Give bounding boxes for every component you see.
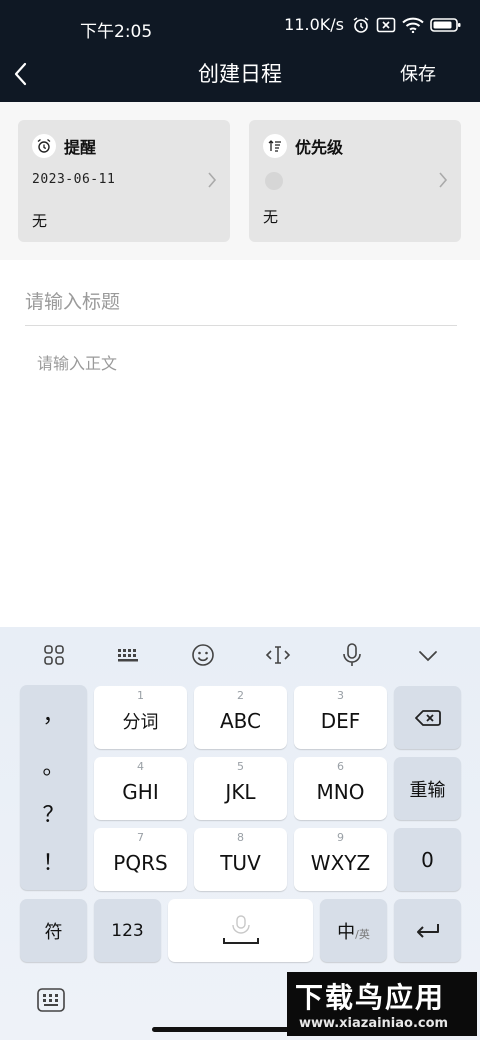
space-mic-icon — [222, 914, 259, 944]
retype-key[interactable]: 重输 — [394, 757, 461, 820]
punctuation-column: ， 。 ？ ！ — [20, 685, 87, 890]
key-label: TUV — [220, 850, 261, 875]
watermark-url: www.xiazainiao.com — [299, 1016, 449, 1031]
chevron-right-icon — [439, 172, 448, 188]
reminder-label: 提醒 — [64, 138, 97, 157]
reminder-date: 2023-06-11 — [32, 172, 116, 187]
sim-disabled-icon — [376, 17, 396, 33]
microphone-icon[interactable] — [338, 641, 366, 669]
priority-card[interactable]: 优先级 无 — [249, 120, 461, 242]
text-cursor-icon[interactable] — [264, 641, 292, 669]
save-button[interactable]: 保存 — [400, 60, 436, 86]
key-label: 0 — [421, 847, 434, 872]
symbol-key[interactable]: 符 — [20, 899, 87, 962]
priority-label: 优先级 — [295, 138, 344, 157]
key-label: 符 — [44, 921, 63, 943]
options-area: 提醒 2023-06-11 无 优先级 无 — [0, 102, 480, 260]
key-number: 8 — [237, 831, 244, 844]
key-number: 4 — [137, 760, 144, 773]
key-label: ABC — [219, 708, 261, 733]
key-label: PQRS — [113, 850, 168, 875]
key-3-def[interactable]: 3 DEF — [294, 686, 387, 749]
backspace-icon — [414, 709, 441, 726]
key-1-fenci[interactable]: 1 分词 — [94, 686, 187, 749]
lang-labels: 中 /英 — [337, 918, 370, 944]
space-key[interactable] — [168, 899, 313, 962]
backspace-key[interactable] — [394, 686, 461, 749]
status-time: 下午2:05 — [80, 22, 153, 42]
watermark-title: 下载鸟应用 — [295, 981, 446, 1014]
watermark-logo: 下载鸟应用 www.xiazainiao.com — [287, 972, 477, 1036]
priority-value: 无 — [263, 208, 279, 226]
reminder-value: 无 — [32, 212, 48, 230]
key-number: 2 — [237, 689, 244, 702]
key-label: JKL — [225, 779, 256, 804]
key-4-ghi[interactable]: 4 GHI — [94, 757, 187, 820]
punct-comma-key[interactable]: ， — [20, 697, 87, 729]
alarm-icon — [352, 16, 370, 34]
key-6-mno[interactable]: 6 MNO — [294, 757, 387, 820]
network-speed: 11.0K/s — [284, 15, 344, 34]
keyboard-toolbar — [0, 627, 480, 683]
key-number: 6 — [337, 760, 344, 773]
lang-label: 中 — [337, 921, 356, 943]
reminder-card-header: 提醒 — [32, 134, 96, 158]
keyboard-icon[interactable] — [114, 641, 142, 669]
priority-card-header: 优先级 — [263, 134, 343, 158]
key-5-jkl[interactable]: 5 JKL — [194, 757, 287, 820]
keyboard-switch-icon[interactable] — [36, 987, 66, 1013]
key-7-pqrs[interactable]: 7 PQRS — [94, 828, 187, 891]
collapse-chevron-icon[interactable] — [414, 641, 442, 669]
key-9-wxyz[interactable]: 9 WXYZ — [294, 828, 387, 891]
language-switch-key[interactable]: 中 /英 — [320, 899, 387, 962]
key-number: 3 — [337, 689, 344, 702]
top-bar: 下午2:05 11.0K/s 创建日程 保存 — [0, 0, 480, 102]
key-label: MNO — [316, 779, 365, 804]
wifi-icon — [402, 17, 424, 33]
enter-key[interactable] — [394, 899, 461, 962]
lang-sub-label: /英 — [355, 927, 370, 941]
app-screen: 下午2:05 11.0K/s 创建日程 保存 提醒 2023-06-11 无 优… — [0, 0, 480, 1040]
alarm-clock-icon — [32, 134, 56, 158]
key-label: 重输 — [409, 779, 446, 801]
punct-question-key[interactable]: ？ — [20, 797, 87, 829]
punct-period-key[interactable]: 。 — [20, 749, 87, 781]
priority-sort-icon — [263, 134, 287, 158]
battery-icon — [430, 17, 462, 33]
priority-color-dot — [265, 172, 283, 190]
enter-return-icon — [416, 923, 439, 938]
key-label: 123 — [111, 920, 144, 941]
key-2-abc[interactable]: 2 ABC — [194, 686, 287, 749]
title-input[interactable] — [25, 278, 457, 326]
status-icons: 11.0K/s — [284, 15, 462, 34]
status-bar: 下午2:05 11.0K/s — [0, 0, 480, 50]
key-number: 9 — [337, 831, 344, 844]
key-label: 分词 — [122, 711, 159, 733]
key-label: GHI — [122, 779, 159, 804]
key-number: 5 — [237, 760, 244, 773]
punct-exclaim-key[interactable]: ！ — [20, 845, 87, 877]
key-label: WXYZ — [310, 850, 371, 875]
chevron-right-icon — [208, 172, 217, 188]
zero-key[interactable]: 0 — [394, 828, 461, 891]
num123-key[interactable]: 123 — [94, 899, 161, 962]
key-label: DEF — [320, 708, 361, 733]
emoji-icon[interactable] — [189, 641, 217, 669]
reminder-card[interactable]: 提醒 2023-06-11 无 — [18, 120, 230, 242]
apps-grid-icon[interactable] — [40, 641, 68, 669]
key-8-tuv[interactable]: 8 TUV — [194, 828, 287, 891]
key-number: 1 — [137, 689, 144, 702]
body-input[interactable] — [37, 350, 457, 600]
title-bar: 创建日程 保存 — [0, 50, 480, 102]
key-number: 7 — [137, 831, 144, 844]
